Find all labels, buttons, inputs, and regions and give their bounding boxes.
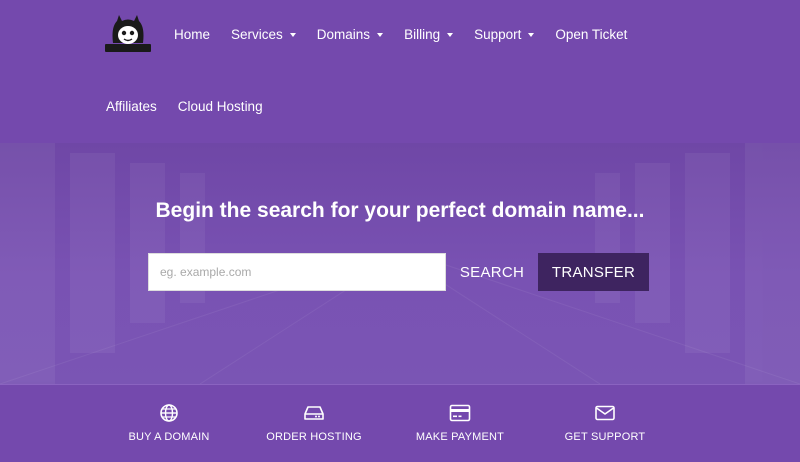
nav-label: Services [231, 26, 283, 42]
nav-cloud-hosting[interactable]: Cloud Hosting [178, 99, 263, 114]
order-hosting-link[interactable]: ORDER HOSTING [258, 403, 370, 443]
envelope-icon [595, 405, 615, 421]
nav-open-ticket[interactable]: Open Ticket [555, 27, 627, 42]
credit-card-icon [449, 404, 471, 422]
caret-down-icon [528, 33, 535, 37]
nav-label: Cloud Hosting [177, 98, 263, 114]
nav-label: Support [474, 26, 522, 42]
nav-affiliates[interactable]: Affiliates [106, 99, 157, 114]
link-label: GET SUPPORT [564, 431, 646, 443]
caret-down-icon [289, 33, 296, 37]
nav-label: Domains [316, 26, 371, 42]
link-label: ORDER HOSTING [266, 431, 362, 443]
quick-links: BUY A DOMAIN ORDER HOSTING MAKE PAYMENT … [0, 384, 800, 462]
nav-label: Home [174, 26, 211, 42]
globe-icon [160, 404, 178, 422]
buy-domain-link[interactable]: BUY A DOMAIN [113, 403, 225, 443]
hero-title: Begin the search for your perfect domain… [155, 199, 645, 222]
nav-domains[interactable]: Domains [316, 26, 384, 42]
main-nav: Home Services Domains Billing Support Op… [174, 24, 648, 44]
nav-label: Open Ticket [555, 26, 628, 42]
server-drive-icon [304, 406, 324, 420]
caret-down-icon [447, 33, 454, 37]
nav-home[interactable]: Home [174, 27, 210, 42]
site-header: Home Services Domains Billing Support Op… [0, 0, 800, 143]
search-button[interactable]: SEARCH [446, 253, 538, 291]
nav-billing[interactable]: Billing [404, 26, 454, 42]
caret-down-icon [377, 33, 384, 37]
nav-support[interactable]: Support [474, 26, 535, 42]
transfer-button[interactable]: TRANSFER [538, 253, 649, 291]
nav-label: Billing [404, 26, 441, 42]
link-label: MAKE PAYMENT [415, 431, 505, 443]
logo-image [105, 15, 151, 52]
nav-label: Affiliates [106, 98, 157, 114]
link-label: BUY A DOMAIN [128, 431, 210, 443]
nav-services[interactable]: Services [231, 27, 296, 42]
secondary-nav: Affiliates Cloud Hosting [106, 96, 284, 116]
domain-search-input[interactable] [148, 253, 446, 291]
get-support-link[interactable]: GET SUPPORT [549, 403, 661, 443]
make-payment-link[interactable]: MAKE PAYMENT [404, 403, 516, 443]
logo[interactable] [103, 13, 153, 53]
domain-search-hero: Begin the search for your perfect domain… [0, 143, 800, 384]
